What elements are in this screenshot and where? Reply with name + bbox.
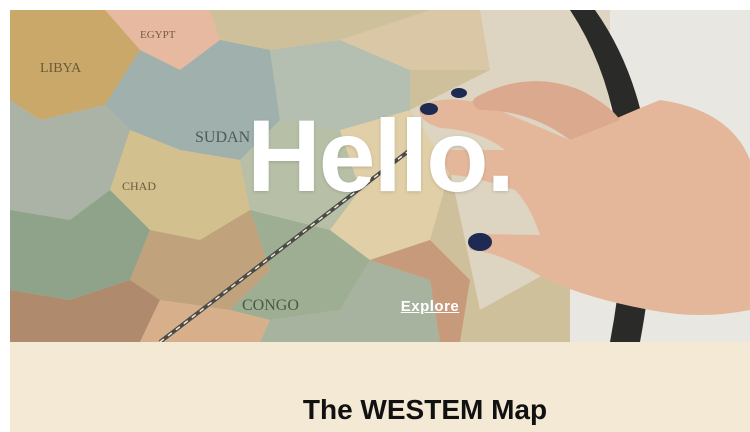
- hero-title: Hello.: [247, 99, 515, 213]
- map-label: LIBYA: [40, 61, 82, 76]
- map-label: EGYPT: [140, 29, 176, 41]
- page: LIBYA SUDAN CHAD CONGO EGYPT Hello. Expl…: [10, 10, 750, 432]
- section-title: The WESTEM Map: [302, 394, 548, 425]
- explore-link[interactable]: Explore: [10, 298, 750, 315]
- map-section: The WESTEM Map: [10, 342, 750, 432]
- hero-banner: LIBYA SUDAN CHAD CONGO EGYPT Hello. Expl…: [10, 10, 750, 342]
